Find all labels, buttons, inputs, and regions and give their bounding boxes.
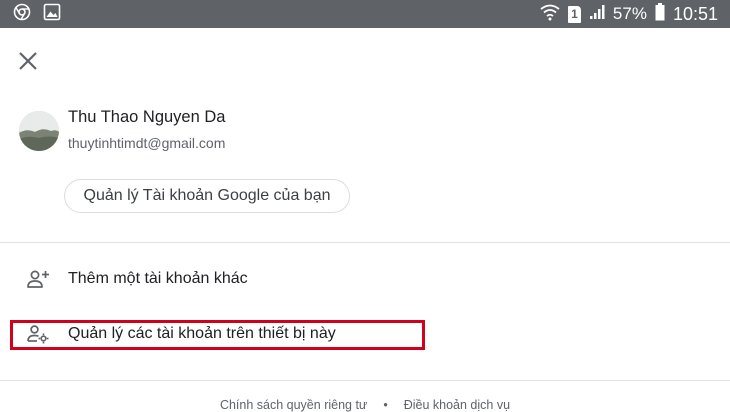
close-icon: [19, 52, 37, 70]
sim-label: 1: [571, 7, 578, 21]
chrome-icon: [13, 3, 31, 26]
divider: [0, 242, 730, 243]
sim-icon: 1: [567, 5, 581, 23]
manage-google-account-button[interactable]: Quản lý Tài khoản Google của bạn: [64, 179, 350, 213]
battery-percent: 57%: [612, 4, 647, 23]
manage-google-account-label: Quản lý Tài khoản Google của bạn: [83, 187, 331, 204]
signal-icon: [589, 4, 605, 25]
account-email: thuytinhtimdt@gmail.com: [68, 135, 226, 151]
status-bar: 1 57% 10:51: [0, 0, 730, 28]
battery-icon: [655, 2, 665, 26]
image-icon: [43, 3, 61, 26]
divider: [0, 380, 730, 381]
add-account-item[interactable]: Thêm một tài khoản khác: [0, 259, 730, 299]
add-person-icon: [26, 268, 50, 290]
avatar[interactable]: [19, 111, 59, 151]
account-name: Thu Thao Nguyen Da: [68, 108, 226, 126]
wifi-icon: [540, 3, 560, 26]
close-button[interactable]: [16, 49, 40, 73]
add-account-label: Thêm một tài khoản khác: [68, 270, 248, 287]
status-time: 10:51: [672, 3, 718, 24]
highlight-box: [10, 320, 425, 350]
